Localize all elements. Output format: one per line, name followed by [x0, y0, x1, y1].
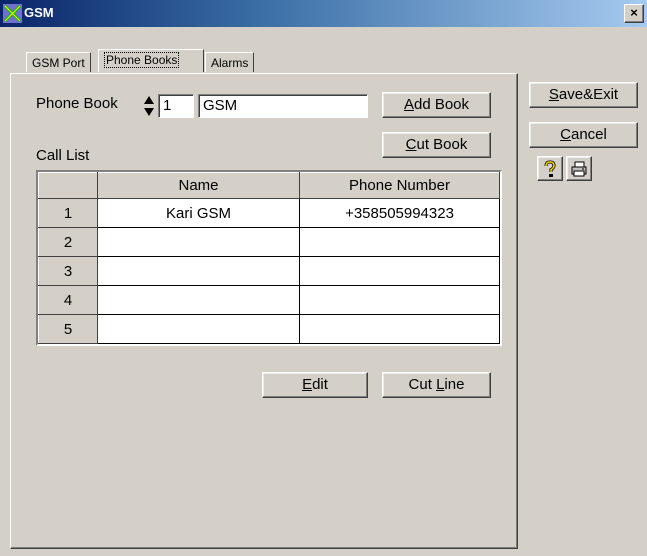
btn-accel: C: [405, 136, 417, 153]
btn-text: dit: [312, 376, 328, 393]
call-list-grid[interactable]: Name Phone Number 1 Kari GSM +3585059943…: [36, 170, 502, 346]
phone-cell[interactable]: [299, 285, 500, 315]
btn-text: ancel: [570, 126, 607, 143]
table-row[interactable]: 1 Kari GSM +358505994323: [38, 198, 500, 228]
spin-arrows-icon[interactable]: [143, 95, 155, 117]
btn-accel: A: [403, 96, 414, 113]
field-value: 1: [163, 97, 172, 114]
column-header-phone[interactable]: Phone Number: [299, 172, 500, 199]
btn-text: ine: [444, 376, 465, 393]
name-cell[interactable]: [97, 227, 300, 257]
phone-book-label: Phone Book: [36, 95, 118, 112]
edit-button[interactable]: Edit: [262, 372, 368, 398]
btn-accel: C: [560, 126, 571, 143]
gsm-window: GSM × GSM Port Phone Books Alarms Phone …: [0, 0, 647, 556]
help-button[interactable]: [537, 156, 563, 181]
cut-line-button[interactable]: Cut Line: [382, 372, 491, 398]
table-row[interactable]: 4: [38, 285, 500, 315]
cancel-button[interactable]: Cancel: [529, 122, 638, 148]
tab-gsm-port[interactable]: GSM Port: [26, 52, 91, 72]
printer-icon: [571, 161, 587, 177]
help-icon: [544, 160, 556, 177]
field-value: GSM: [203, 97, 238, 114]
tab-phone-books[interactable]: Phone Books: [98, 49, 204, 72]
row-number: 3: [38, 256, 98, 286]
tab-label: Alarms: [211, 56, 249, 70]
btn-text: Cut: [408, 376, 437, 393]
name-cell[interactable]: [97, 256, 300, 286]
column-header: [38, 172, 98, 199]
close-button[interactable]: ×: [624, 4, 644, 23]
tab-label: GSM Port: [32, 56, 85, 70]
save-exit-button[interactable]: Save&Exit: [529, 82, 638, 108]
name-cell[interactable]: [97, 314, 300, 344]
tab-label: Phone Books: [104, 52, 180, 68]
close-icon: ×: [630, 5, 638, 20]
print-button[interactable]: [566, 156, 592, 181]
title-bar[interactable]: GSM ×: [0, 0, 647, 27]
phone-book-name-field[interactable]: GSM: [198, 94, 368, 118]
btn-text: dd Book: [413, 96, 470, 113]
cut-book-button[interactable]: Cut Book: [382, 132, 491, 158]
btn-accel: E: [302, 376, 313, 393]
name-cell[interactable]: Kari GSM: [97, 198, 300, 228]
row-number: 1: [38, 198, 98, 228]
tab-alarms[interactable]: Alarms: [205, 52, 255, 72]
btn-text: ut Book: [416, 136, 468, 153]
btn-text: ave&Exit: [558, 86, 619, 103]
row-number: 4: [38, 285, 98, 315]
call-list-label: Call List: [36, 147, 90, 164]
phone-cell[interactable]: +358505994323: [299, 198, 500, 228]
name-cell[interactable]: [97, 285, 300, 315]
phone-cell[interactable]: [299, 314, 500, 344]
table-row[interactable]: 2: [38, 227, 500, 257]
column-header-name[interactable]: Name: [97, 172, 300, 199]
phone-book-number-field[interactable]: 1: [158, 94, 194, 118]
grid-header-row: Name Phone Number: [38, 172, 500, 199]
add-book-button[interactable]: Add Book: [382, 92, 491, 118]
table-row[interactable]: 5: [38, 314, 500, 344]
row-number: 5: [38, 314, 98, 344]
row-number: 2: [38, 227, 98, 257]
app-icon: [3, 4, 22, 23]
table-row[interactable]: 3: [38, 256, 500, 286]
btn-accel: S: [548, 86, 559, 103]
phone-cell[interactable]: [299, 256, 500, 286]
window-title: GSM: [24, 5, 54, 20]
phone-cell[interactable]: [299, 227, 500, 257]
